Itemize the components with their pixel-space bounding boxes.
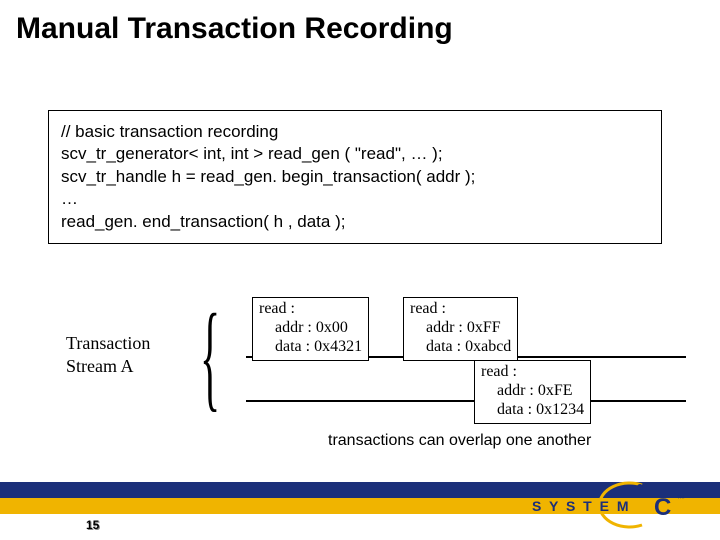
stream-label-line: Transaction — [66, 332, 150, 355]
stream-label: Transaction Stream A — [66, 332, 150, 377]
transaction-field: data : 0x1234 — [481, 401, 584, 420]
systemc-logo: S Y S T E M C ™ — [532, 481, 702, 534]
transaction-header: read : — [410, 300, 511, 319]
code-box: // basic transaction recording scv_tr_ge… — [48, 110, 662, 244]
transaction-header: read : — [259, 300, 362, 319]
logo-svg: S Y S T E M C ™ — [532, 481, 702, 529]
transaction-box: read : addr : 0x00 data : 0x4321 — [252, 297, 369, 361]
code-line: scv_tr_handle h = read_gen. begin_transa… — [61, 166, 649, 188]
caption-text: transactions can overlap one another — [328, 432, 591, 450]
logo-tm-text: ™ — [676, 493, 685, 503]
brace-icon: { — [200, 296, 220, 416]
transaction-field: addr : 0xFE — [481, 382, 584, 401]
page-number: 15 — [86, 518, 99, 532]
stream-label-line: Stream A — [66, 355, 150, 378]
code-line: scv_tr_generator< int, int > read_gen ( … — [61, 143, 649, 165]
logo-dot-icon — [637, 484, 643, 490]
code-line: … — [61, 188, 649, 210]
transaction-field: addr : 0xFF — [410, 319, 511, 338]
transaction-box: read : addr : 0xFF data : 0xabcd — [403, 297, 518, 361]
transaction-field: data : 0xabcd — [410, 338, 511, 357]
logo-brand-text: S Y S T E M — [532, 498, 631, 514]
code-line: // basic transaction recording — [61, 121, 649, 143]
page-title: Manual Transaction Recording — [16, 12, 453, 46]
slide: Manual Transaction Recording // basic tr… — [0, 0, 720, 540]
transaction-field: data : 0x4321 — [259, 338, 362, 357]
transaction-box: read : addr : 0xFE data : 0x1234 — [474, 360, 591, 424]
slide-footer: 15 S Y S T E M C ™ — [0, 482, 720, 540]
timeline-row — [246, 400, 686, 402]
logo-c-text: C — [654, 494, 671, 521]
transaction-header: read : — [481, 363, 584, 382]
code-line: read_gen. end_transaction( h , data ); — [61, 211, 649, 233]
transaction-field: addr : 0x00 — [259, 319, 362, 338]
